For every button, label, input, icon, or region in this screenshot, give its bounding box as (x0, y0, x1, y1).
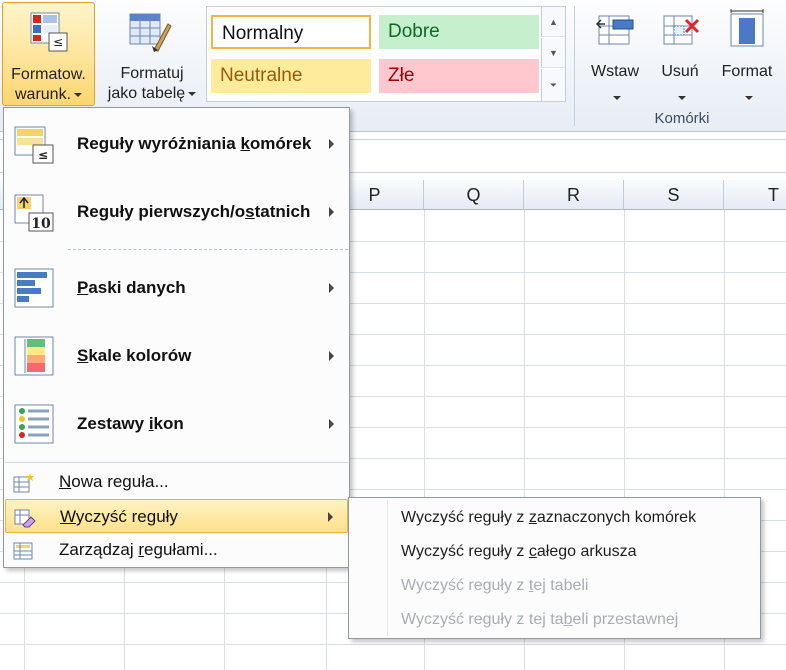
chevron-down-icon: ▼ (549, 47, 558, 58)
chevron-right-icon (329, 139, 334, 149)
menu-item-label: Zestawy ikon (77, 414, 184, 433)
menu-item-data-bars[interactable]: Paski danych (5, 254, 348, 322)
conditional-formatting-menu: ≤ Reguły wyróżniania komórek 10 Reguły p… (3, 107, 350, 568)
conditional-formatting-label-2: warunk. (3, 85, 94, 105)
top-bottom-rules-icon: 10 (14, 194, 54, 232)
menu-item-label: Reguły wyróżniania komórek (77, 134, 312, 153)
conditional-formatting-label-1: Formatow. (11, 66, 86, 83)
highlight-cells-rules-icon: ≤ (14, 126, 54, 164)
column-header-t[interactable]: T (724, 180, 786, 210)
chevron-right-icon (329, 419, 334, 429)
grid-line (0, 644, 786, 645)
eraser-icon (14, 509, 36, 528)
menu-item-clear-rules[interactable]: Wyczyść reguły (5, 499, 348, 533)
format-cells-button[interactable]: Format (712, 4, 782, 100)
chevron-down-icon (582, 88, 648, 108)
svg-text:10: 10 (31, 216, 51, 232)
column-header-q[interactable]: Q (424, 180, 524, 210)
color-scales-icon (14, 336, 54, 376)
format-cells-label: Format (721, 63, 773, 80)
icon-sets-icon (14, 404, 54, 444)
menu-item-color-scales[interactable]: Skale kolorów (5, 322, 348, 390)
format-as-table-label-1: Formatuj (120, 65, 184, 82)
data-bars-icon (14, 268, 54, 308)
style-bad[interactable]: Złe (379, 59, 539, 93)
insert-cells-button[interactable]: Wstaw (582, 4, 648, 100)
svg-text:≤: ≤ (53, 35, 63, 49)
menu-item-label: Nowa reguła... (59, 472, 169, 491)
format-cells-icon (730, 9, 764, 47)
menu-separator (5, 462, 348, 463)
chevron-right-icon (328, 512, 333, 522)
new-rule-icon (13, 473, 34, 493)
chevron-right-icon (329, 283, 334, 293)
column-header-r[interactable]: R (524, 180, 624, 210)
chevron-right-icon (329, 207, 334, 217)
group-divider (574, 6, 575, 126)
gallery-more-button[interactable]: ⏷ (541, 69, 565, 101)
submenu-item-clear-this-pivot-table: Wyczyść reguły z tej tabeli przestawnej (401, 611, 679, 628)
menu-item-label: Reguły pierwszych/ostatnich (77, 202, 311, 221)
menu-item-icon-sets[interactable]: Zestawy ikon (5, 390, 348, 458)
format-as-table-button[interactable]: Formatuj jako tabelę (100, 2, 204, 106)
chevron-down-icon (188, 91, 197, 96)
gallery-scroll-up-button[interactable]: ▲ (541, 7, 565, 37)
chevron-down-icon (74, 92, 83, 97)
format-as-table-label-2: jako tabelę (100, 84, 204, 104)
cell-styles-gallery: Normalny Dobre Neutralne Złe ▲ ▼ ⏷ (206, 6, 566, 102)
conditional-formatting-icon: ≤ (30, 12, 68, 52)
svg-text:≤: ≤ (38, 148, 48, 162)
format-as-table-icon (129, 13, 172, 52)
style-good[interactable]: Dobre (379, 15, 539, 49)
gallery-scroll-down-button[interactable]: ▼ (541, 38, 565, 68)
menu-item-top-bottom-rules[interactable]: 10 Reguły pierwszych/ostatnich (5, 178, 348, 246)
clear-rules-submenu: Wyczyść reguły z zaznaczonych komórek Wy… (348, 497, 761, 639)
submenu-item-clear-this-table: Wyczyść reguły z tej tabeli (401, 577, 589, 594)
menu-item-label: Skale kolorów (77, 346, 192, 365)
chevron-up-icon: ▲ (549, 16, 558, 27)
menu-item-label: Zarządzaj regułami... (59, 540, 218, 559)
gallery-expand-icon: ⏷ (549, 79, 558, 90)
chevron-right-icon (329, 351, 334, 361)
menu-item-manage-rules[interactable]: Zarządzaj regułami... (5, 533, 348, 567)
chevron-down-icon (712, 88, 782, 108)
conditional-formatting-button[interactable]: ≤ Formatow. warunk. (2, 2, 95, 106)
insert-cells-icon (595, 15, 634, 45)
insert-cells-label: Wstaw (591, 63, 639, 80)
menu-separator (68, 249, 348, 250)
menu-item-new-rule[interactable]: Nowa reguła... (5, 465, 348, 499)
manage-rules-icon (13, 542, 33, 560)
menu-item-label: Wyczyść reguły (60, 507, 178, 526)
submenu-item-clear-selected-cells[interactable]: Wyczyść reguły z zaznaczonych komórek (401, 501, 696, 535)
style-normal[interactable]: Normalny (211, 15, 371, 49)
chevron-down-icon (650, 88, 710, 108)
cells-group-label: Komórki (654, 110, 710, 127)
delete-cells-label: Usuń (661, 63, 699, 80)
submenu-item-clear-entire-sheet[interactable]: Wyczyść reguły z całego arkusza (401, 535, 637, 569)
delete-cells-icon (663, 15, 700, 45)
menu-item-label: Paski danych (77, 278, 186, 297)
column-header-s[interactable]: S (624, 180, 724, 210)
style-neutral[interactable]: Neutralne (211, 59, 371, 93)
delete-cells-button[interactable]: Usuń (650, 4, 710, 100)
menu-gutter (387, 500, 388, 636)
menu-item-highlight-cells-rules[interactable]: ≤ Reguły wyróżniania komórek (5, 110, 348, 178)
